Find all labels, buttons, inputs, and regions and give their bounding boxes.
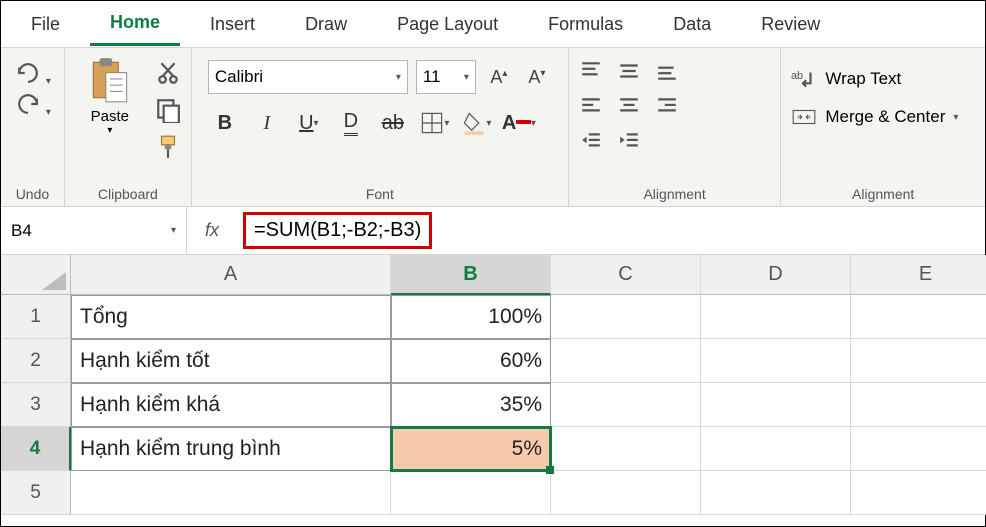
- borders-button[interactable]: ▾: [418, 108, 452, 138]
- tab-insert[interactable]: Insert: [190, 4, 275, 45]
- col-header-e[interactable]: E: [851, 255, 986, 295]
- strikethrough-button[interactable]: ab: [376, 108, 410, 138]
- worksheet: 1 2 3 4 5 A B C D E Tổng 100% Hạnh kiểm …: [1, 255, 985, 515]
- select-all-corner[interactable]: [1, 255, 71, 295]
- group-undo: ▾ ▾ Undo: [1, 48, 65, 206]
- col-header-c[interactable]: C: [551, 255, 701, 295]
- double-underline-button[interactable]: D: [334, 108, 368, 138]
- paste-label: Paste: [91, 108, 129, 125]
- tab-home[interactable]: Home: [90, 2, 180, 46]
- wrap-text-label: Wrap Text: [825, 69, 901, 89]
- group-label-font: Font: [202, 182, 558, 202]
- group-label-alignment: Alignment: [579, 182, 771, 202]
- cell-c1[interactable]: [551, 295, 701, 339]
- group-label-undo: Undo: [11, 182, 54, 202]
- paste-dropdown[interactable]: ▾: [107, 125, 112, 136]
- col-header-a[interactable]: A: [71, 255, 391, 295]
- underline-button[interactable]: U ▾: [292, 108, 326, 138]
- formula-bar: B4▾ fx =SUM(B1;-B2;-B3): [1, 207, 985, 255]
- fx-icon[interactable]: fx: [187, 207, 237, 254]
- cell-b4[interactable]: 5%: [391, 427, 551, 471]
- tab-file[interactable]: File: [11, 4, 80, 45]
- row-header-3[interactable]: 3: [1, 383, 71, 427]
- ribbon: ▾ ▾ Undo Paste ▾ Clipboard: [1, 47, 985, 207]
- cell-e4[interactable]: [851, 427, 986, 471]
- ribbon-tabs: File Home Insert Draw Page Layout Formul…: [1, 1, 985, 47]
- row-header-5[interactable]: 5: [1, 471, 71, 515]
- cell-e3[interactable]: [851, 383, 986, 427]
- col-header-b[interactable]: B: [391, 255, 551, 295]
- cell-e5[interactable]: [851, 471, 986, 515]
- formula-text: =SUM(B1;-B2;-B3): [243, 212, 432, 249]
- group-font: Calibri▾ 11▾ A▴ A▾ B I U ▾ D ab ▾ ▾ A▾ F…: [192, 48, 569, 206]
- group-label-clipboard: Clipboard: [75, 182, 181, 202]
- bold-button[interactable]: B: [208, 108, 242, 138]
- tab-draw[interactable]: Draw: [285, 4, 367, 45]
- cell-e1[interactable]: [851, 295, 986, 339]
- cell-b5[interactable]: [391, 471, 551, 515]
- cell-a3[interactable]: Hạnh kiểm khá: [71, 383, 391, 427]
- merge-center-label: Merge & Center: [825, 107, 945, 127]
- cell-c3[interactable]: [551, 383, 701, 427]
- group-alignment: Alignment: [569, 48, 782, 206]
- cell-d4[interactable]: [701, 427, 851, 471]
- align-right-button[interactable]: [655, 95, 679, 120]
- formula-input[interactable]: =SUM(B1;-B2;-B3): [237, 212, 985, 249]
- cell-c4[interactable]: [551, 427, 701, 471]
- merge-center-button[interactable]: Merge & Center ▾: [791, 106, 958, 128]
- font-color-button[interactable]: A▾: [502, 108, 536, 138]
- svg-text:ab: ab: [791, 70, 803, 82]
- cell-a1[interactable]: Tổng: [71, 295, 391, 339]
- cell-e2[interactable]: [851, 339, 986, 383]
- cell-a4[interactable]: Hạnh kiểm trung bình: [71, 427, 391, 471]
- fill-handle[interactable]: [546, 466, 554, 474]
- increase-indent-button[interactable]: [617, 130, 641, 155]
- cell-d1[interactable]: [701, 295, 851, 339]
- increase-font-button[interactable]: A▴: [484, 67, 514, 88]
- cell-b3[interactable]: 35%: [391, 383, 551, 427]
- group-clipboard: Paste ▾ Clipboard: [65, 48, 192, 206]
- group-label-alignment2: Alignment: [791, 182, 975, 202]
- cell-d3[interactable]: [701, 383, 851, 427]
- cell-a2[interactable]: Hạnh kiểm tốt: [71, 339, 391, 383]
- wrap-text-button[interactable]: ab Wrap Text: [791, 68, 901, 90]
- col-header-d[interactable]: D: [701, 255, 851, 295]
- cut-button[interactable]: [155, 60, 181, 89]
- cell-b1[interactable]: 100%: [391, 295, 551, 339]
- row-header-1[interactable]: 1: [1, 295, 71, 339]
- undo-button[interactable]: ▾: [14, 62, 51, 87]
- cell-c5[interactable]: [551, 471, 701, 515]
- cell-a5[interactable]: [71, 471, 391, 515]
- name-box[interactable]: B4▾: [1, 207, 187, 254]
- format-painter-button[interactable]: [155, 134, 181, 163]
- tab-review[interactable]: Review: [741, 4, 840, 45]
- decrease-font-button[interactable]: A▾: [522, 67, 552, 88]
- cell-d5[interactable]: [701, 471, 851, 515]
- tab-formulas[interactable]: Formulas: [528, 4, 643, 45]
- align-top-button[interactable]: [579, 60, 603, 85]
- italic-button[interactable]: I: [250, 108, 284, 138]
- cell-b2[interactable]: 60%: [391, 339, 551, 383]
- row-header-4[interactable]: 4: [1, 427, 71, 471]
- align-bottom-button[interactable]: [655, 60, 679, 85]
- cell-c2[interactable]: [551, 339, 701, 383]
- tab-data[interactable]: Data: [653, 4, 731, 45]
- redo-button[interactable]: ▾: [14, 93, 51, 118]
- tab-page-layout[interactable]: Page Layout: [377, 4, 518, 45]
- group-wrap: ab Wrap Text Merge & Center ▾ Alignment: [781, 48, 985, 206]
- decrease-indent-button[interactable]: [579, 130, 603, 155]
- font-name-select[interactable]: Calibri▾: [208, 60, 408, 94]
- font-size-select[interactable]: 11▾: [416, 60, 476, 94]
- align-center-button[interactable]: [617, 95, 641, 120]
- copy-button[interactable]: [155, 97, 181, 126]
- align-middle-button[interactable]: [617, 60, 641, 85]
- row-header-2[interactable]: 2: [1, 339, 71, 383]
- align-left-button[interactable]: [579, 95, 603, 120]
- paste-button[interactable]: Paste ▾: [75, 56, 145, 136]
- cell-d2[interactable]: [701, 339, 851, 383]
- fill-color-button[interactable]: ▾: [460, 108, 494, 138]
